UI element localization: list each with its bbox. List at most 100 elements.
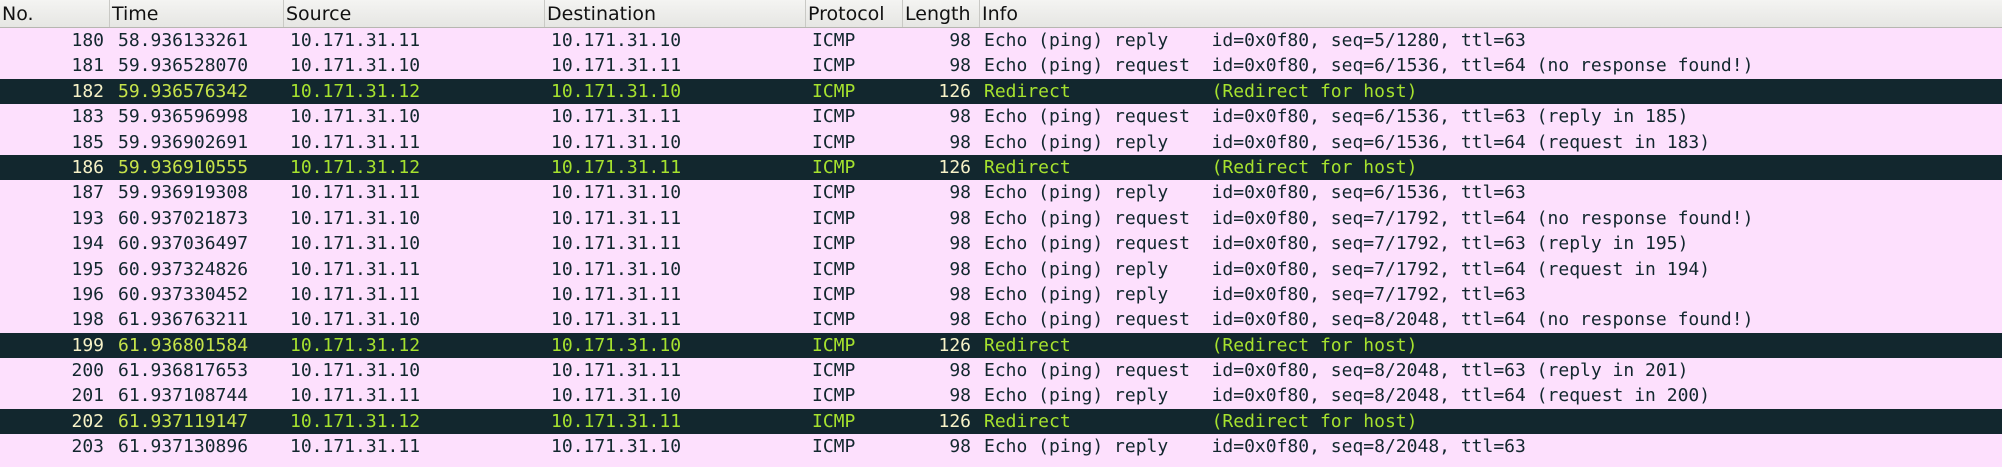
- table-row[interactable]: 200 61.936817653 10.171.31.10 10.171.31.11 I…: [0, 358, 2002, 384]
- cell-time: 59.936528070: [118, 55, 249, 77]
- cell-length: 98: [949, 258, 971, 280]
- cell-no: 194: [71, 233, 104, 255]
- cell-no: 181: [71, 55, 104, 77]
- cell-length: 98: [949, 233, 971, 255]
- cell-length: 126: [938, 156, 971, 178]
- cell-info: Echo (ping) request id=0x0f80, seq=8/204…: [984, 309, 1754, 331]
- cell-info: Echo (ping) request id=0x0f80, seq=7/179…: [984, 207, 1754, 229]
- cell-source: 10.171.31.10: [290, 55, 421, 77]
- cell-source: 10.171.31.10: [290, 233, 421, 255]
- cell-info: Echo (ping) reply id=0x0f80, seq=7/1792,…: [984, 283, 1526, 305]
- cell-protocol: ICMP: [812, 55, 856, 77]
- cell-source: 10.171.31.11: [290, 436, 421, 458]
- cell-destination: 10.171.31.10: [551, 131, 682, 153]
- cell-destination: 10.171.31.10: [551, 30, 682, 51]
- cell-no: 182: [71, 80, 104, 102]
- packet-list-header: No. Time Source Destination Protocol Len…: [0, 0, 2002, 28]
- cell-info: Echo (ping) reply id=0x0f80, seq=6/1536,…: [984, 131, 1711, 153]
- cell-no: 199: [71, 334, 104, 356]
- cell-protocol: ICMP: [812, 436, 856, 458]
- cell-protocol: ICMP: [812, 207, 856, 229]
- cell-length: 98: [949, 436, 971, 458]
- column-header-length[interactable]: Length: [903, 0, 980, 27]
- cell-length: 98: [949, 283, 971, 305]
- cell-source: 10.171.31.10: [290, 106, 421, 128]
- table-row[interactable]: 183 59.936596998 10.171.31.10 10.171.31.11 I…: [0, 104, 2002, 130]
- table-row[interactable]: 196 60.937330452 10.171.31.11 10.171.31.11 I…: [0, 281, 2002, 308]
- cell-info: Redirect (Redirect for host): [984, 334, 1418, 356]
- table-row[interactable]: 187 59.936919308 10.171.31.11 10.171.31.10 I…: [0, 180, 2002, 206]
- table-row[interactable]: 202 61.937119147 10.171.31.12 10.171.31.11 I…: [0, 408, 2002, 435]
- cell-time: 59.936902691: [118, 131, 249, 153]
- table-row[interactable]: 198 61.936763211 10.171.31.10 10.171.31.11 I…: [0, 307, 2002, 333]
- cell-time: 61.937130896: [118, 436, 249, 458]
- table-row[interactable]: 199 61.936801584 10.171.31.12 10.171.31.10 I…: [0, 332, 2002, 359]
- cell-source: 10.171.31.10: [290, 309, 421, 331]
- cell-info: Echo (ping) reply id=0x0f80, seq=6/1536,…: [984, 182, 1526, 204]
- column-header-info[interactable]: Info: [980, 0, 2002, 27]
- cell-destination: 10.171.31.11: [551, 233, 682, 255]
- cell-length: 98: [949, 385, 971, 407]
- column-header-time[interactable]: Time: [110, 0, 284, 27]
- cell-time: 60.937330452: [118, 283, 249, 305]
- cell-source: 10.171.31.11: [290, 182, 421, 204]
- cell-time: 61.936763211: [118, 309, 249, 331]
- cell-protocol: ICMP: [812, 156, 856, 178]
- cell-source: 10.171.31.12: [290, 410, 421, 432]
- column-header-no[interactable]: No.: [0, 0, 110, 27]
- table-row[interactable]: 203 61.937130896 10.171.31.11 10.171.31.10 I…: [0, 434, 2002, 460]
- column-header-source[interactable]: Source: [284, 0, 545, 27]
- cell-info: Redirect (Redirect for host): [984, 156, 1418, 178]
- cell-no: 202: [71, 410, 104, 432]
- cell-info: Redirect (Redirect for host): [984, 410, 1418, 432]
- cell-destination: 10.171.31.11: [551, 410, 682, 432]
- table-row[interactable]: 180 58.936133261 10.171.31.11 10.171.31.10 I…: [0, 28, 2002, 54]
- cell-length: 98: [949, 207, 971, 229]
- table-row[interactable]: 182 59.936576342 10.171.31.12 10.171.31.10 I…: [0, 78, 2002, 105]
- table-row[interactable]: 186 59.936910555 10.171.31.12 10.171.31.11 I…: [0, 154, 2002, 181]
- cell-destination: 10.171.31.11: [551, 309, 682, 331]
- cell-no: 198: [71, 309, 104, 331]
- cell-source: 10.171.31.11: [290, 385, 421, 407]
- cell-no: 186: [71, 156, 104, 178]
- table-row[interactable]: 185 59.936902691 10.171.31.11 10.171.31.10 I…: [0, 129, 2002, 155]
- cell-length: 98: [949, 106, 971, 128]
- cell-no: 195: [71, 258, 104, 280]
- cell-destination: 10.171.31.10: [551, 436, 682, 458]
- cell-length: 98: [949, 309, 971, 331]
- cell-no: 180: [71, 30, 104, 51]
- cell-source: 10.171.31.12: [290, 80, 421, 102]
- cell-length: 98: [949, 360, 971, 382]
- cell-destination: 10.171.31.10: [551, 80, 682, 102]
- table-row[interactable]: 195 60.937324826 10.171.31.11 10.171.31.10 I…: [0, 256, 2002, 282]
- cell-destination: 10.171.31.11: [551, 360, 682, 382]
- cell-protocol: ICMP: [812, 283, 856, 305]
- cell-protocol: ICMP: [812, 80, 856, 102]
- cell-time: 58.936133261: [118, 30, 249, 51]
- cell-protocol: ICMP: [812, 360, 856, 382]
- cell-protocol: ICMP: [812, 106, 856, 128]
- cell-source: 10.171.31.10: [290, 360, 421, 382]
- cell-protocol: ICMP: [812, 385, 856, 407]
- cell-no: 183: [71, 106, 104, 128]
- cell-source: 10.171.31.11: [290, 283, 421, 305]
- cell-info: Echo (ping) request id=0x0f80, seq=7/179…: [984, 233, 1689, 255]
- cell-time: 61.937119147: [118, 410, 249, 432]
- table-row[interactable]: 201 61.937108744 10.171.31.11 10.171.31.10 I…: [0, 383, 2002, 409]
- cell-length: 98: [949, 131, 971, 153]
- cell-info: Echo (ping) reply id=0x0f80, seq=8/2048,…: [984, 385, 1711, 407]
- cell-length: 98: [949, 30, 971, 51]
- column-header-protocol[interactable]: Protocol: [806, 0, 903, 27]
- cell-time: 61.937108744: [118, 385, 249, 407]
- table-row[interactable]: 193 60.937021873 10.171.31.10 10.171.31.11 I…: [0, 205, 2002, 232]
- cell-protocol: ICMP: [812, 30, 856, 51]
- cell-protocol: ICMP: [812, 258, 856, 280]
- cell-length: 126: [938, 334, 971, 356]
- cell-time: 61.936801584: [118, 334, 249, 356]
- cell-time: 60.937036497: [118, 233, 249, 255]
- table-row[interactable]: 181 59.936528070 10.171.31.10 10.171.31.11 I…: [0, 53, 2002, 79]
- cell-destination: 10.171.31.11: [551, 106, 682, 128]
- cell-time: 59.936596998: [118, 106, 249, 128]
- table-row[interactable]: 194 60.937036497 10.171.31.10 10.171.31.11 I…: [0, 231, 2002, 257]
- column-header-destination[interactable]: Destination: [545, 0, 806, 27]
